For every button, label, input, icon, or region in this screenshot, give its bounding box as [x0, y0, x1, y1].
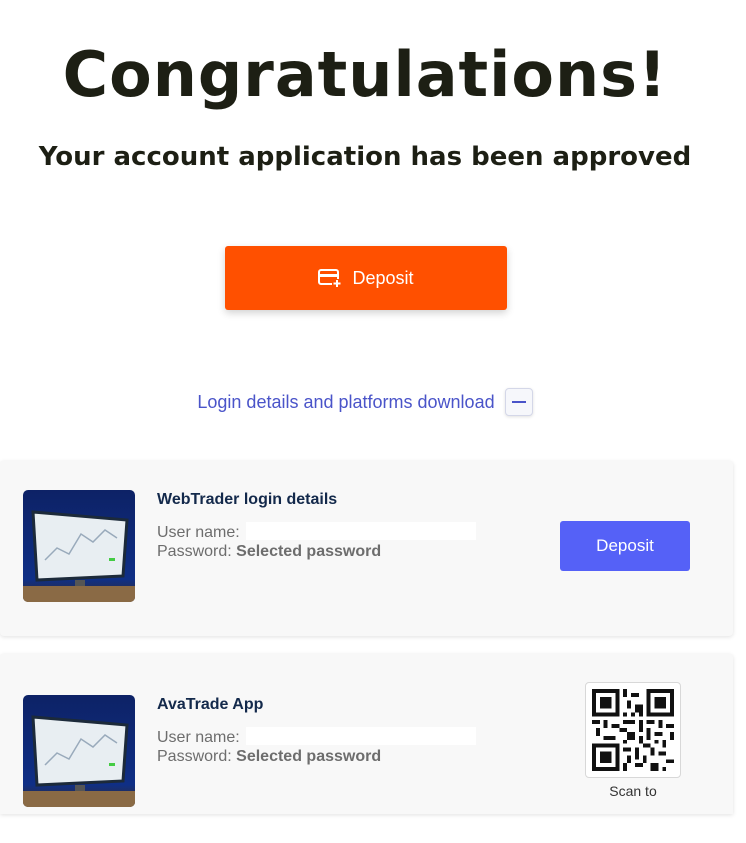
login-details-link[interactable]: Login details and platforms download	[197, 392, 494, 413]
username-row: User name:	[157, 727, 477, 747]
password-row: Password: Selected password	[157, 748, 381, 766]
username-label: User name:	[157, 524, 240, 541]
webtrader-card: WebTrader login details User name: Passw…	[0, 461, 733, 636]
platform-thumbnail	[23, 490, 135, 602]
username-label: User name:	[157, 729, 240, 746]
card-title: WebTrader login details	[157, 491, 338, 508]
password-label: Password:	[157, 748, 232, 765]
password-value: Selected password	[236, 748, 382, 765]
avatrade-app-card: AvaTrade App User name: Password: Select…	[0, 654, 733, 814]
page-title: Congratulations!	[62, 38, 668, 111]
login-details-toggle: Login details and platforms download	[0, 388, 730, 416]
username-value	[246, 727, 477, 745]
minus-icon	[511, 401, 526, 403]
qr-code	[585, 682, 681, 778]
deposit-button-label: Deposit	[352, 267, 414, 288]
qr-caption: Scan to	[609, 783, 657, 799]
password-row: Password: Selected password	[157, 543, 381, 561]
page-subtitle: Your account application has been approv…	[38, 142, 692, 172]
username-row: User name:	[157, 522, 477, 542]
platform-thumbnail	[23, 695, 135, 807]
card-plus-icon	[318, 268, 343, 288]
collapse-button[interactable]	[504, 388, 533, 416]
card-title: AvaTrade App	[157, 696, 264, 713]
deposit-button[interactable]: Deposit	[225, 246, 507, 310]
webtrader-deposit-button[interactable]: Deposit	[560, 521, 690, 571]
password-value: Selected password	[236, 543, 382, 560]
username-value	[246, 522, 477, 540]
password-label: Password:	[157, 543, 232, 560]
